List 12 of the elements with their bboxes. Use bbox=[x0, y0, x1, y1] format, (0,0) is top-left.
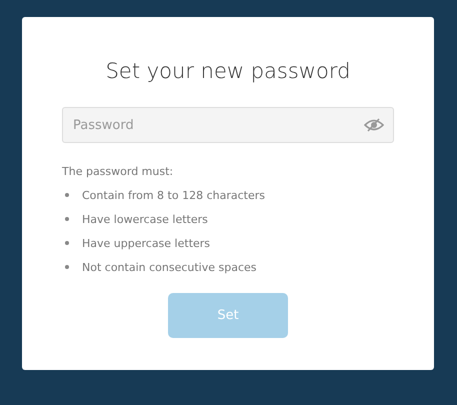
rule-item: Have uppercase letters bbox=[82, 236, 210, 250]
rule-item: Have lowercase letters bbox=[82, 212, 208, 226]
eye-slash-icon[interactable] bbox=[364, 117, 384, 133]
bullet-icon bbox=[65, 217, 69, 221]
page-title: Set your new password bbox=[104, 58, 352, 85]
bullet-icon bbox=[65, 193, 69, 197]
rules-heading: The password must: bbox=[62, 165, 174, 179]
rule-item: Not contain consecutive spaces bbox=[82, 260, 257, 274]
bullet-icon bbox=[65, 265, 69, 269]
rule-item: Contain from 8 to 128 characters bbox=[82, 188, 265, 202]
password-field[interactable]: Password bbox=[62, 107, 394, 143]
bullet-icon bbox=[65, 241, 69, 245]
